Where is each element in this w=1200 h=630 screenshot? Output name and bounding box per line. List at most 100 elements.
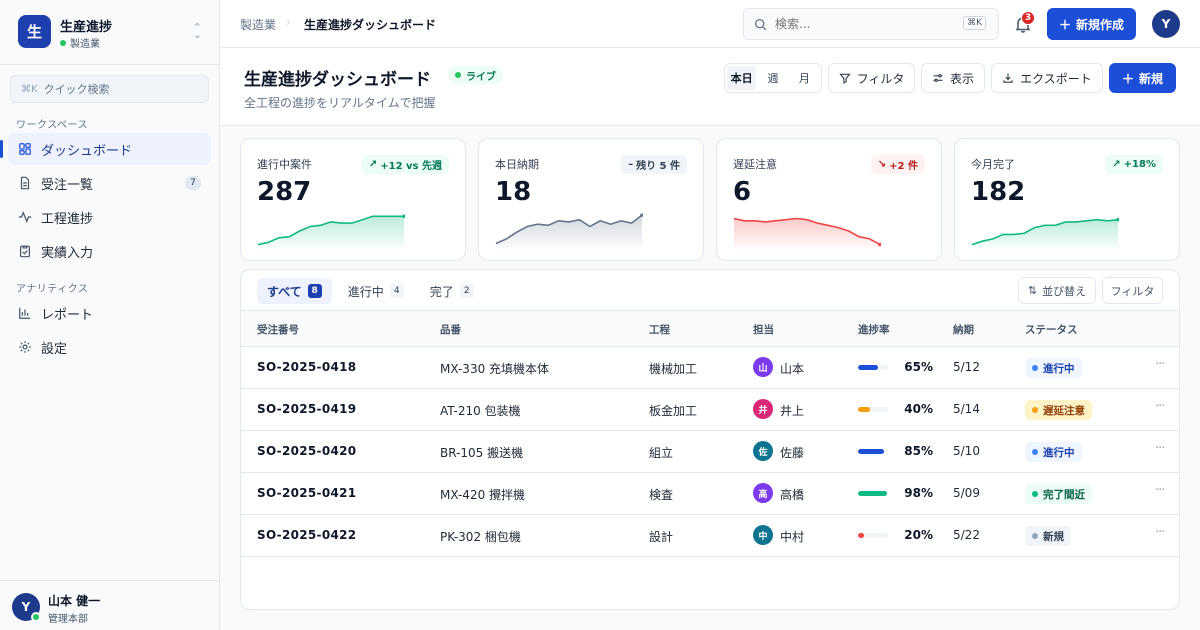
product-name: MX-330 充填機本体 xyxy=(440,362,550,376)
sidebar-item-label: 実績入力 xyxy=(41,245,94,261)
more-options-icon[interactable]: ··· xyxy=(1155,525,1165,540)
sidebar-item-reports[interactable]: レポート xyxy=(8,297,211,329)
search-box[interactable]: ⌘K xyxy=(743,8,999,40)
dash-icon: – xyxy=(628,159,634,170)
kpi-label: 進行中案件 xyxy=(257,158,312,171)
more-options-icon[interactable]: ··· xyxy=(1155,441,1165,456)
table-filter-button[interactable]: フィルタ xyxy=(1102,277,1163,304)
document-icon xyxy=(20,176,30,190)
status-label: 進行中 xyxy=(1043,362,1075,375)
filter-button[interactable]: フィルタ xyxy=(828,63,915,93)
column-header[interactable]: 納期 xyxy=(953,322,974,337)
tab-all[interactable]: すべて 8 xyxy=(257,278,332,304)
assignee-name: 高橋 xyxy=(780,488,805,502)
sparkline xyxy=(971,217,1119,249)
progress-bar xyxy=(858,365,888,370)
table-row[interactable]: SO-2025-0418 MX-330 充填機本体 機械加工 山山本 65% 5/12 進行… xyxy=(241,347,1179,389)
table-row[interactable]: SO-2025-0420 BR-105 搬送機 組立 佐佐藤 85% 5/10 進行中 ··· xyxy=(241,431,1179,473)
more-options-icon[interactable]: ··· xyxy=(1155,357,1165,372)
table-row[interactable]: SO-2025-0421 MX-420 攪拌機 検査 高高橋 98% 5/09 完了間近 ··… xyxy=(241,473,1179,515)
avatar: 高 xyxy=(753,483,773,503)
order-id[interactable]: SO-2025-0421 xyxy=(257,486,356,500)
kpi-value: 6 xyxy=(733,177,752,207)
tab-completed[interactable]: 完了 2 xyxy=(420,278,484,304)
tab-label: すべて xyxy=(267,284,302,299)
status-dot-icon xyxy=(1032,491,1038,497)
period-week[interactable]: 週 xyxy=(758,66,787,90)
arrow-up-right-icon: ↗ xyxy=(368,159,378,170)
chevron-right-icon: › xyxy=(286,15,291,29)
sidebar-item-process[interactable]: 工程進捗 xyxy=(8,201,211,233)
kpi-label: 今月完了 xyxy=(971,158,1015,171)
new-button[interactable]: ＋ 新規 xyxy=(1109,63,1176,93)
order-id[interactable]: SO-2025-0419 xyxy=(257,402,356,416)
quick-search[interactable]: ⌘K クイック検索 xyxy=(10,75,209,103)
sidebar-item-label: 受注一覧 xyxy=(41,177,94,193)
chevron-updown-icon[interactable]: ⌃ ⌄ xyxy=(193,22,202,40)
column-header[interactable]: 担当 xyxy=(753,322,774,337)
status-label: 完了間近 xyxy=(1043,488,1085,501)
sidebar-item-dashboard[interactable]: ダッシュボード xyxy=(0,133,211,165)
tab-label: 進行中 xyxy=(347,284,384,299)
workspace-switcher[interactable]: 生 生産進捗 製造業 ⌃ ⌄ xyxy=(18,15,204,50)
export-button[interactable]: エクスポート xyxy=(991,63,1103,93)
notification-count-badge: 3 xyxy=(1021,11,1035,25)
progress-bar-fill xyxy=(858,365,878,370)
gear-icon xyxy=(19,341,31,353)
view-button[interactable]: 表示 xyxy=(921,63,985,93)
more-options-icon[interactable]: ··· xyxy=(1155,399,1165,414)
brand-sub-label: 製造業 xyxy=(70,39,100,50)
more-options-icon[interactable]: ··· xyxy=(1155,483,1165,498)
tab-in-progress[interactable]: 進行中 4 xyxy=(338,278,414,304)
due-date: 5/12 xyxy=(953,360,980,374)
download-icon xyxy=(1003,73,1013,83)
column-header[interactable]: 工程 xyxy=(649,322,670,337)
progress-percent: 85% xyxy=(904,444,933,458)
sparkline-area xyxy=(972,219,1118,249)
column-header[interactable]: 受注番号 xyxy=(257,322,299,337)
process-name: 板金加工 xyxy=(649,404,698,418)
period-month[interactable]: 月 xyxy=(790,66,819,90)
search-input[interactable] xyxy=(775,17,955,31)
clipboard-icon xyxy=(20,245,30,258)
divider xyxy=(0,64,219,65)
breadcrumb-root[interactable]: 製造業 xyxy=(240,16,276,33)
column-header[interactable]: 品番 xyxy=(440,322,461,337)
progress-bar xyxy=(858,491,888,496)
progress-percent: 98% xyxy=(904,486,933,500)
avatar[interactable]: Y xyxy=(1152,10,1180,38)
quick-search-placeholder: クイック検索 xyxy=(43,83,110,96)
progress-bar xyxy=(858,533,888,538)
assignee-name: 佐藤 xyxy=(780,446,805,460)
sidebar-item-label: 工程進捗 xyxy=(41,211,94,227)
status-dot-icon xyxy=(1032,407,1038,413)
page-title: 生産進捗ダッシュボード xyxy=(244,70,431,90)
sidebar-item-orders[interactable]: 受注一覧 7 xyxy=(8,167,211,199)
status-badge: 新規 xyxy=(1025,526,1071,546)
status-badge: 進行中 xyxy=(1025,442,1082,462)
kpi-card-due-today[interactable]: 本日納期 18 – 残り 5 件 xyxy=(478,138,704,261)
period-today[interactable]: 本日 xyxy=(727,66,757,90)
avatar: 井 xyxy=(753,399,773,419)
brand-name: 生産進捗 xyxy=(60,20,113,35)
kpi-card-in-progress[interactable]: 進行中案件 287 ↗ +12 vs 先週 xyxy=(240,138,466,261)
create-new-button[interactable]: ＋ 新規作成 xyxy=(1047,8,1136,40)
process-name: 設計 xyxy=(649,530,674,544)
user-menu[interactable]: Y 山本 健一 管理本部 xyxy=(0,580,219,630)
table-row[interactable]: SO-2025-0419 AT-210 包装機 板金加工 井井上 40% 5/14 遅延注意… xyxy=(241,389,1179,431)
kpi-delta: ↘ +2 件 xyxy=(870,155,925,174)
due-date: 5/22 xyxy=(953,528,980,542)
column-header[interactable]: 進捗率 xyxy=(858,322,890,337)
sidebar-item-results[interactable]: 実績入力 xyxy=(8,235,211,267)
column-header[interactable]: ステータス xyxy=(1025,322,1078,337)
order-id[interactable]: SO-2025-0418 xyxy=(257,360,356,374)
order-id[interactable]: SO-2025-0420 xyxy=(257,444,356,458)
sidebar-item-settings[interactable]: 設定 xyxy=(8,331,211,363)
kpi-delta-label: 残り 5 件 xyxy=(636,161,680,172)
table-row[interactable]: SO-2025-0422 PK-302 梱包機 設計 中中村 20% 5/22 新規 ··· xyxy=(241,515,1179,557)
order-id[interactable]: SO-2025-0422 xyxy=(257,528,356,542)
kpi-card-completed-month[interactable]: 今月完了 182 ↗ +18% xyxy=(954,138,1180,261)
sort-button[interactable]: ⇅ 並び替え xyxy=(1018,277,1096,304)
new-label: 新規 xyxy=(1139,71,1164,86)
kpi-card-delay-warning[interactable]: 遅延注意 6 ↘ +2 件 xyxy=(716,138,942,261)
